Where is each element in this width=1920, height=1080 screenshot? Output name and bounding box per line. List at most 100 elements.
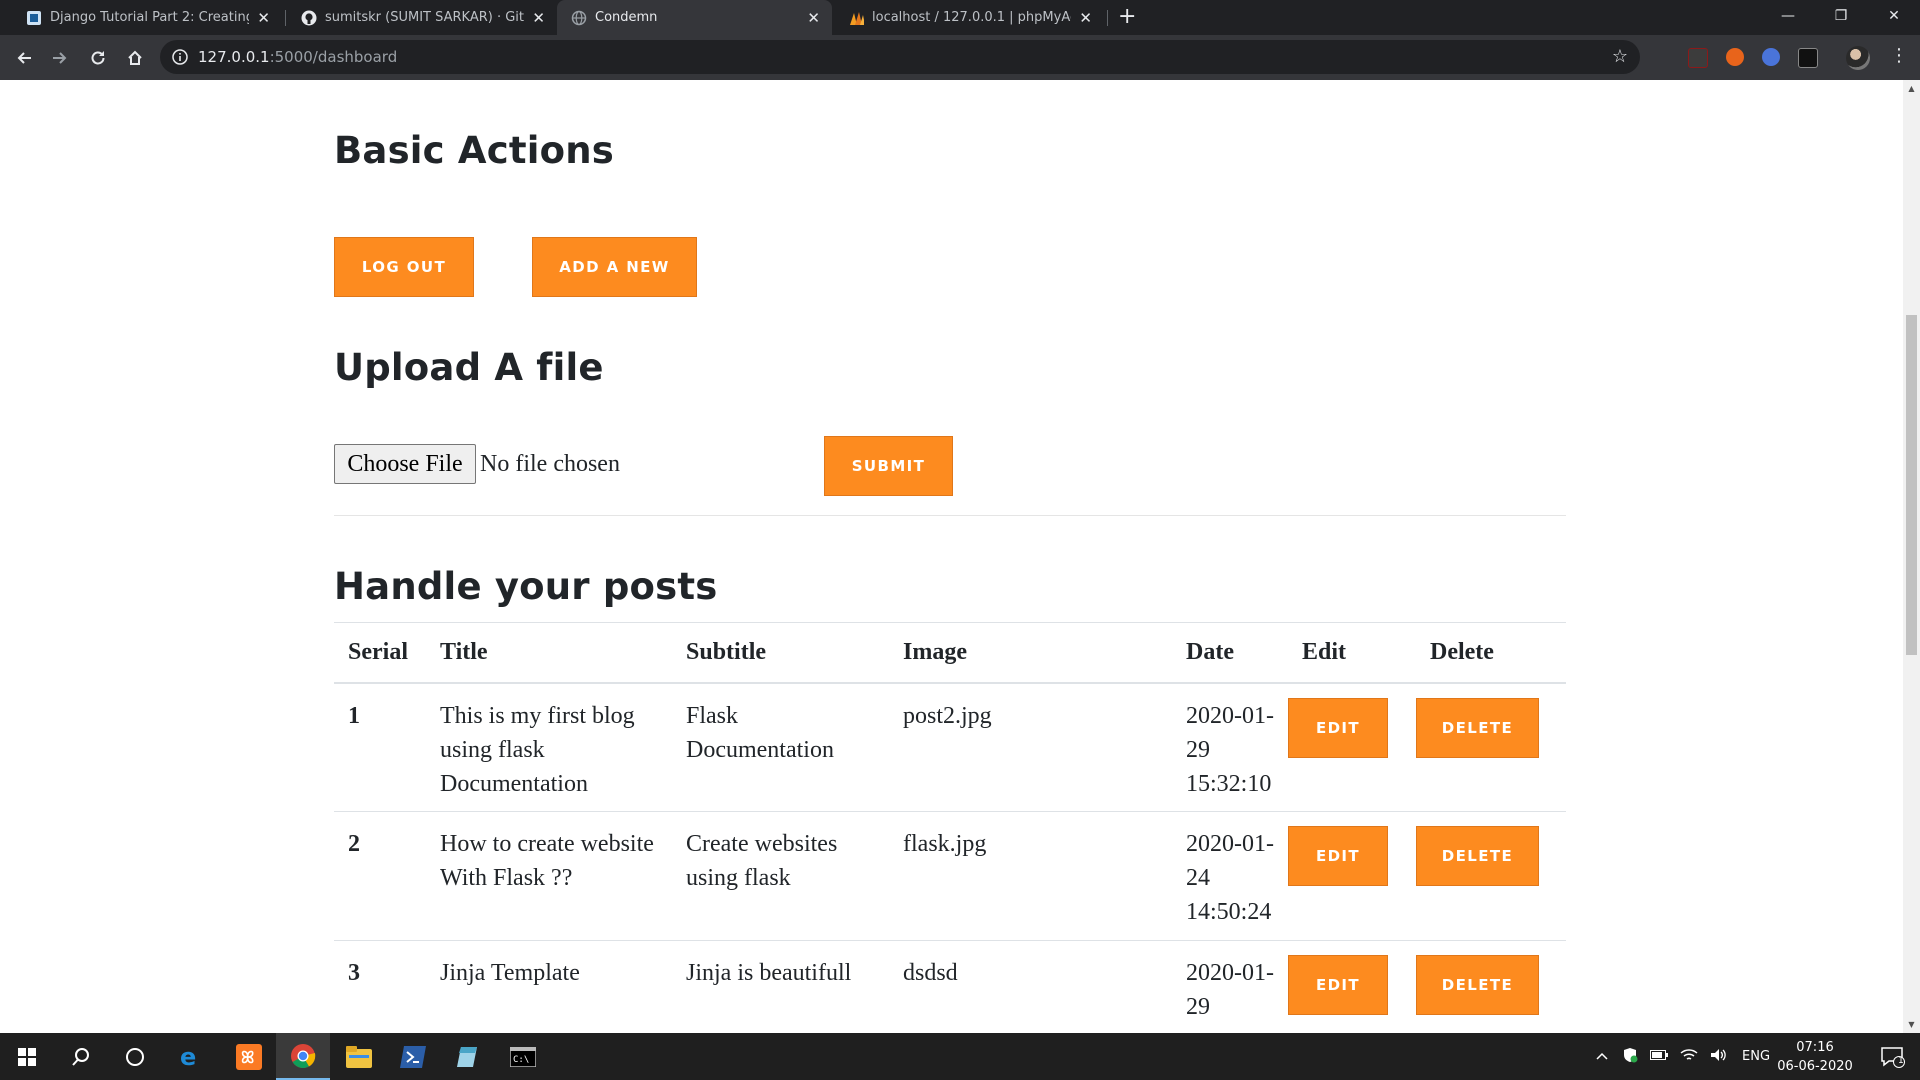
title-cell: Jinja Template — [426, 940, 672, 1033]
minimize-button[interactable]: — — [1765, 0, 1811, 32]
tab-title: localhost / 127.0.0.1 | phpMyAdm — [872, 10, 1072, 25]
column-header: Delete — [1416, 622, 1566, 684]
edit-cell: EDIT — [1288, 811, 1416, 941]
xampp-icon[interactable]: ꕤ — [222, 1033, 276, 1080]
security-shield-icon[interactable] — [1622, 1047, 1638, 1067]
scroll-down-arrow-icon[interactable]: ▼ — [1903, 1016, 1920, 1033]
title-cell: How to create website With Flask ?? — [426, 811, 672, 941]
column-header: Serial — [334, 622, 426, 684]
close-tab-icon[interactable]: ✕ — [257, 9, 270, 27]
url-text: 127.0.0.1:5000/dashboard — [198, 48, 397, 66]
home-icon[interactable] — [121, 44, 149, 72]
tab-condemn[interactable]: Condemn ✕ — [557, 0, 832, 35]
image-cell: post2.jpg — [889, 682, 1172, 812]
reload-icon[interactable] — [84, 44, 112, 72]
menu-dots-icon[interactable]: ⋮ — [1890, 45, 1908, 66]
system-tray: ENG — [1596, 1033, 1770, 1080]
image-cell: dsdsd — [889, 940, 1172, 1033]
table-header-row: Serial Title Subtitle Image Date Edit De… — [334, 622, 1566, 684]
upload-heading: Upload A file — [334, 346, 604, 389]
tab-separator — [1107, 10, 1108, 26]
edit-button[interactable]: EDIT — [1288, 826, 1388, 886]
svg-text:C:\: C:\ — [513, 1055, 529, 1065]
edit-button[interactable]: EDIT — [1288, 697, 1388, 758]
column-header: Date — [1172, 622, 1288, 684]
new-tab-button[interactable]: + — [1118, 4, 1136, 29]
svg-text:e: e — [180, 1045, 196, 1069]
serial-cell: 1 — [334, 682, 426, 812]
delete-button[interactable]: DELETE — [1416, 955, 1539, 1015]
globe-icon — [571, 10, 587, 26]
restore-button[interactable]: ❐ — [1818, 0, 1864, 32]
choose-file-button[interactable]: Choose File — [334, 444, 476, 484]
powershell-icon[interactable] — [386, 1033, 440, 1080]
serial-cell: 2 — [334, 811, 426, 941]
forward-arrow-icon[interactable] — [46, 44, 74, 72]
bookmark-star-icon[interactable]: ☆ — [1612, 46, 1628, 67]
delete-button[interactable]: DELETE — [1416, 826, 1539, 886]
notification-center-icon[interactable]: 1 — [1866, 1033, 1920, 1080]
file-status-text: No file chosen — [480, 450, 620, 477]
edge-browser-icon[interactable]: e — [162, 1033, 216, 1080]
chrome-icon[interactable] — [276, 1033, 330, 1080]
tab-django-tutorial[interactable]: Django Tutorial Part 2: Creating a ✕ — [12, 0, 282, 35]
language-indicator[interactable]: ENG — [1742, 1049, 1770, 1064]
notification-badge: 1 — [1898, 1056, 1904, 1066]
date-cell: 2020-01-29 — [1172, 940, 1288, 1033]
tab-github[interactable]: sumitskr (SUMIT SARKAR) · GitHu ✕ — [287, 0, 557, 35]
table-row: 3 Jinja Template Jinja is beautifull dsd… — [334, 940, 1566, 1033]
profile-avatar[interactable] — [1846, 46, 1870, 70]
windows-taskbar: e ꕤ C:\ ENG 07:16 06-06-2020 1 — [0, 1033, 1920, 1080]
game-extension-icon[interactable] — [1798, 48, 1818, 68]
django-tutorial-favicon — [26, 10, 42, 26]
close-tab-icon[interactable]: ✕ — [532, 9, 545, 27]
url-path: :5000/dashboard — [269, 48, 398, 66]
add-new-button[interactable]: ADD A NEW — [532, 237, 697, 297]
compass-extension-icon[interactable] — [1762, 48, 1780, 66]
address-bar[interactable]: 127.0.0.1:5000/dashboard ☆ — [160, 40, 1640, 74]
wifi-icon[interactable] — [1680, 1048, 1698, 1066]
delete-button[interactable]: DELETE — [1416, 697, 1539, 758]
close-tab-icon[interactable]: ✕ — [1079, 9, 1092, 27]
date-cell: 2020-01-29 15:32:10 — [1172, 682, 1288, 812]
logout-button[interactable]: LOG OUT — [334, 237, 474, 297]
info-icon[interactable] — [172, 49, 188, 65]
file-explorer-icon[interactable] — [332, 1033, 386, 1080]
delete-cell: DELETE — [1416, 682, 1566, 812]
subtitle-cell: Flask Documentation — [672, 682, 889, 812]
table-row: 1 This is my first blog using flask Docu… — [334, 682, 1566, 812]
search-icon[interactable] — [54, 1033, 108, 1080]
column-header: Title — [426, 622, 672, 684]
submit-button[interactable]: SUBMIT — [824, 436, 953, 496]
notepad-icon[interactable] — [440, 1033, 494, 1080]
back-arrow-icon[interactable] — [10, 44, 38, 72]
phpmyadmin-icon — [848, 10, 864, 26]
terminal-icon[interactable]: C:\ — [496, 1033, 550, 1080]
page-scrollbar[interactable]: ▲ ▼ — [1903, 80, 1920, 1033]
chevron-up-icon[interactable] — [1596, 1049, 1608, 1064]
scrollbar-thumb[interactable] — [1906, 315, 1917, 655]
clock-time: 07:16 — [1796, 1040, 1834, 1055]
svg-text:ꕤ: ꕤ — [241, 1048, 254, 1067]
tab-separator — [285, 10, 286, 26]
subtitle-cell: Jinja is beautifull — [672, 940, 889, 1033]
pdf-extension-icon[interactable] — [1688, 48, 1708, 68]
volume-icon[interactable] — [1710, 1048, 1728, 1066]
page-viewport: Basic Actions LOG OUT ADD A NEW Upload A… — [0, 80, 1903, 1033]
close-window-button[interactable]: ✕ — [1871, 0, 1917, 32]
battery-icon[interactable] — [1650, 1049, 1668, 1065]
edit-button[interactable]: EDIT — [1288, 955, 1388, 1015]
close-tab-icon[interactable]: ✕ — [807, 9, 820, 27]
tab-strip: Django Tutorial Part 2: Creating a ✕ sum… — [0, 0, 1920, 35]
fire-extension-icon[interactable] — [1726, 48, 1744, 66]
scroll-up-arrow-icon[interactable]: ▲ — [1903, 80, 1920, 97]
serial-cell: 3 — [334, 940, 426, 1033]
system-clock[interactable]: 07:16 06-06-2020 — [1770, 1038, 1860, 1076]
edit-cell: EDIT — [1288, 682, 1416, 812]
windows-start-icon[interactable] — [0, 1033, 54, 1080]
column-header: Image — [889, 622, 1172, 684]
task-view-icon[interactable] — [108, 1033, 162, 1080]
posts-heading: Handle your posts — [334, 565, 718, 608]
tab-phpmyadmin[interactable]: localhost / 127.0.0.1 | phpMyAdm ✕ — [834, 0, 1104, 35]
tab-title: Condemn — [595, 10, 658, 25]
